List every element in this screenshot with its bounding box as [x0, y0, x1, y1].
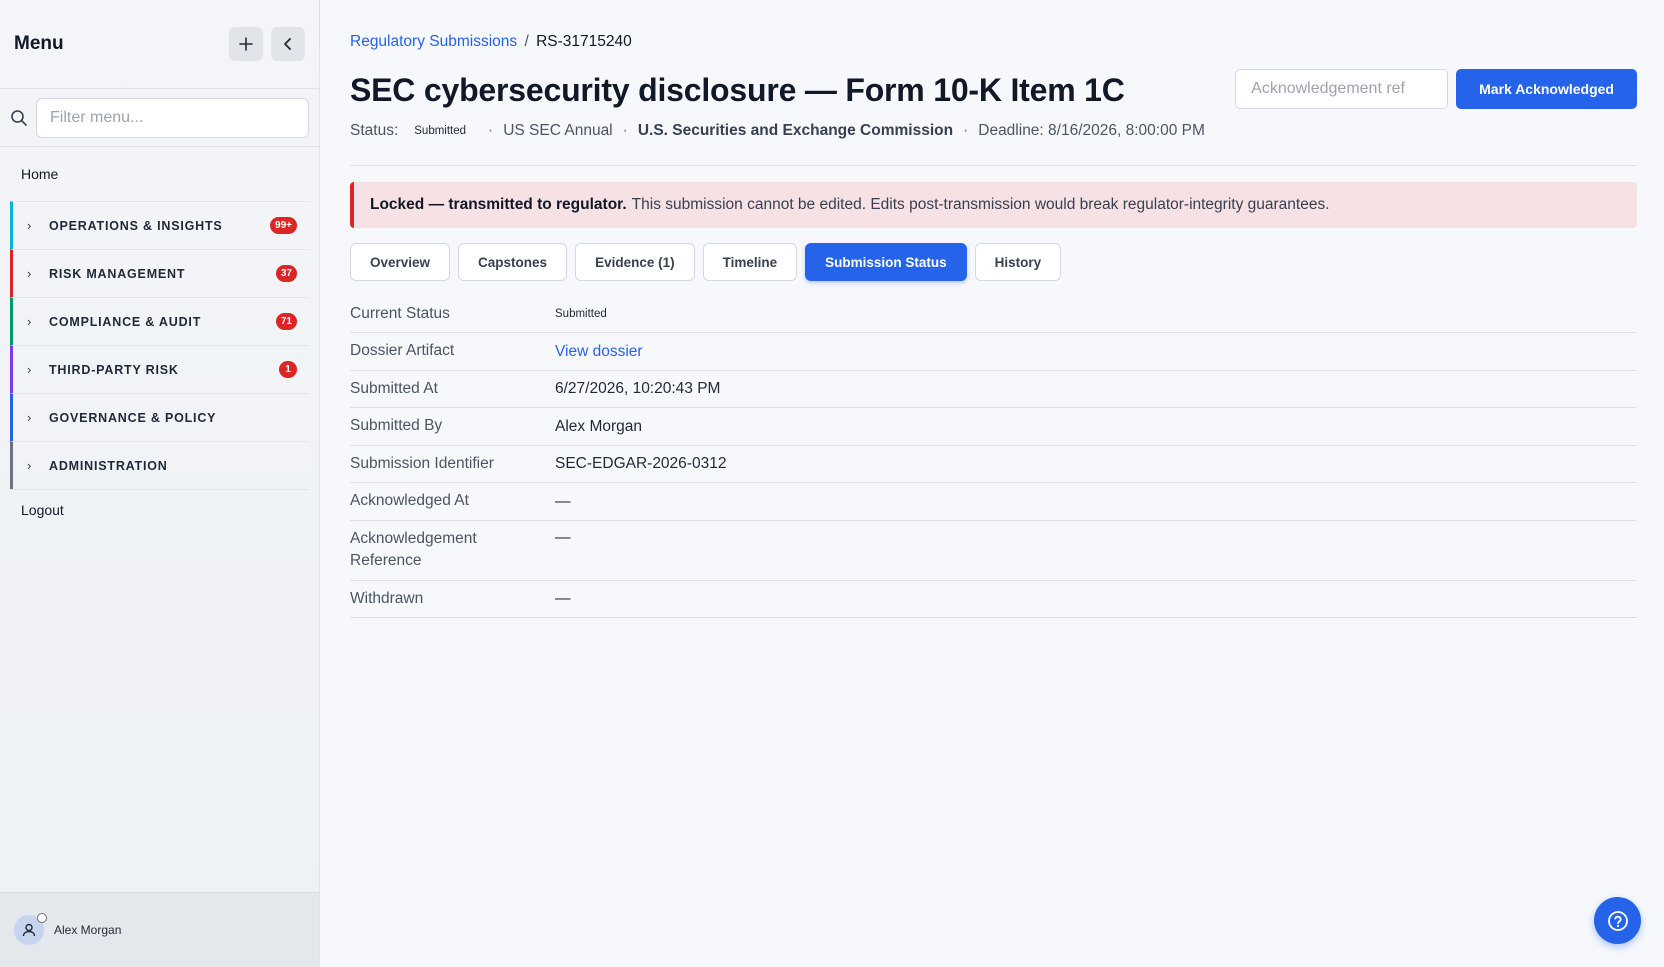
count-badge: 99+	[270, 217, 297, 234]
count-badge: 1	[279, 361, 297, 378]
tab-submission-status[interactable]: Submission Status	[805, 243, 967, 281]
sidebar-group-governance-policy[interactable]: › GOVERNANCE & POLICY	[10, 393, 309, 441]
meta-separator: ·	[488, 122, 494, 139]
detail-value: SEC-EDGAR-2026-0312	[555, 455, 727, 473]
regulator: U.S. Securities and Exchange Commission	[637, 122, 954, 139]
detail-value: —	[555, 528, 571, 546]
deadline: Deadline: 8/16/2026, 8:00:00 PM	[978, 122, 1205, 139]
detail-row-dossier: Dossier Artifact View dossier	[350, 333, 1637, 371]
detail-key: Submission Identifier	[350, 454, 494, 472]
filter-menu-input[interactable]	[36, 97, 309, 138]
tab-capstones[interactable]: Capstones	[458, 243, 568, 281]
detail-key: Current Status	[350, 305, 450, 322]
detail-row-current-status: Current Status Submitted	[350, 296, 1637, 334]
help-icon	[1607, 910, 1628, 931]
locked-alert: Locked — transmitted to regulator. This …	[350, 182, 1637, 228]
chevron-right-icon: ›	[27, 410, 32, 425]
detail-row-withdrawn: Withdrawn —	[350, 581, 1637, 619]
tab-bar: Overview Capstones Evidence (1) Timeline…	[350, 243, 1062, 281]
plus-icon	[239, 37, 253, 51]
user-icon	[22, 923, 36, 937]
sidebar-group-label: THIRD-PARTY RISK	[49, 362, 179, 377]
help-button[interactable]	[1594, 897, 1641, 944]
main-content: Regulatory Submissions / RS-31715240 SEC…	[320, 0, 1664, 967]
search-icon	[10, 109, 36, 127]
sidebar-group-label: COMPLIANCE & AUDIT	[49, 314, 202, 329]
sidebar-group-label: ADMINISTRATION	[49, 458, 168, 473]
add-button[interactable]	[229, 27, 263, 61]
breadcrumb: Regulatory Submissions / RS-31715240	[350, 33, 632, 51]
sidebar-nav: Home › OPERATIONS & INSIGHTS 99+ › RISK …	[0, 147, 319, 529]
status-label: Status:	[350, 122, 399, 139]
count-badge: 37	[275, 265, 297, 282]
sidebar-header: Menu	[0, 0, 319, 89]
avatar	[14, 913, 47, 945]
detail-value: 6/27/2026, 10:20:43 PM	[555, 380, 721, 398]
detail-key: Withdrawn	[350, 589, 424, 607]
detail-key: Dossier Artifact	[350, 342, 455, 360]
sidebar-group-administration[interactable]: › ADMINISTRATION	[10, 441, 309, 489]
collapse-sidebar-button[interactable]	[271, 27, 305, 61]
tab-timeline[interactable]: Timeline	[702, 243, 798, 281]
breadcrumb-current: RS-31715240	[536, 33, 632, 50]
sidebar-group-third-party-risk[interactable]: › THIRD-PARTY RISK 1	[10, 345, 309, 393]
chevron-right-icon: ›	[27, 266, 32, 281]
breadcrumb-separator: /	[524, 33, 529, 50]
sidebar: Menu Home › OPERATIONS & INSIGHTS 99+ › …	[0, 0, 320, 967]
header-divider	[350, 165, 1637, 166]
user-footer[interactable]: Alex Morgan	[0, 892, 319, 967]
detail-value: —	[555, 589, 571, 607]
chevron-left-icon	[284, 38, 291, 50]
chevron-right-icon: ›	[27, 218, 32, 233]
sidebar-group-operations-insights[interactable]: › OPERATIONS & INSIGHTS 99+	[10, 201, 309, 249]
sidebar-item-home[interactable]: Home	[10, 147, 309, 201]
user-name: Alex Morgan	[54, 923, 122, 937]
acknowledgement-ref-input[interactable]	[1235, 69, 1449, 109]
detail-value: Alex Morgan	[555, 417, 643, 435]
detail-row-acknowledgement-reference: Acknowledgement Reference —	[350, 521, 1637, 581]
detail-row-identifier: Submission Identifier SEC-EDGAR-2026-031…	[350, 446, 1637, 484]
logout-link[interactable]: Logout	[10, 489, 309, 529]
status-badge: Submitted	[414, 125, 467, 137]
detail-key: Submitted At	[350, 379, 438, 397]
detail-key: Submitted By	[350, 417, 443, 435]
submission-details: Current Status Submitted Dossier Artifac…	[350, 296, 1637, 619]
mark-acknowledged-button[interactable]: Mark Acknowledged	[1456, 69, 1637, 109]
chevron-right-icon: ›	[27, 362, 32, 377]
breadcrumb-parent-link[interactable]: Regulatory Submissions	[350, 33, 517, 50]
detail-key: Acknowledgement Reference	[350, 529, 477, 570]
detail-value: —	[555, 492, 571, 510]
tab-overview[interactable]: Overview	[350, 243, 451, 281]
tab-evidence[interactable]: Evidence (1)	[575, 243, 695, 281]
sidebar-group-label: RISK MANAGEMENT	[49, 266, 186, 281]
detail-row-submitted-at: Submitted At 6/27/2026, 10:20:43 PM	[350, 371, 1637, 409]
alert-text: This submission cannot be edited. Edits …	[631, 196, 1330, 213]
page-meta: Status: Submitted · US SEC Annual · U.S.…	[350, 122, 1205, 140]
count-badge: 71	[275, 313, 297, 330]
alert-title: Locked — transmitted to regulator.	[370, 196, 627, 213]
status-badge: Submitted	[555, 308, 607, 321]
detail-key: Acknowledged At	[350, 492, 469, 510]
sidebar-group-risk-management[interactable]: › RISK MANAGEMENT 37	[10, 249, 309, 297]
sidebar-group-compliance-audit[interactable]: › COMPLIANCE & AUDIT 71	[10, 297, 309, 345]
detail-row-acknowledged-at: Acknowledged At —	[350, 483, 1637, 521]
settings-dot-icon	[37, 913, 47, 923]
sidebar-title: Menu	[14, 33, 64, 54]
sidebar-group-label: OPERATIONS & INSIGHTS	[49, 218, 223, 233]
page-title: SEC cybersecurity disclosure — Form 10-K…	[350, 72, 1125, 108]
meta-separator: ·	[963, 122, 969, 139]
cadence: US SEC Annual	[503, 122, 613, 139]
sidebar-group-label: GOVERNANCE & POLICY	[49, 410, 217, 425]
tab-history[interactable]: History	[974, 243, 1062, 281]
sidebar-search	[0, 89, 319, 147]
meta-separator: ·	[622, 122, 628, 139]
chevron-right-icon: ›	[27, 458, 32, 473]
sidebar-actions	[229, 27, 305, 61]
detail-row-submitted-by: Submitted By Alex Morgan	[350, 408, 1637, 446]
chevron-right-icon: ›	[27, 314, 32, 329]
view-dossier-link[interactable]: View dossier	[555, 343, 643, 360]
page-actions: Mark Acknowledged	[1235, 69, 1637, 109]
